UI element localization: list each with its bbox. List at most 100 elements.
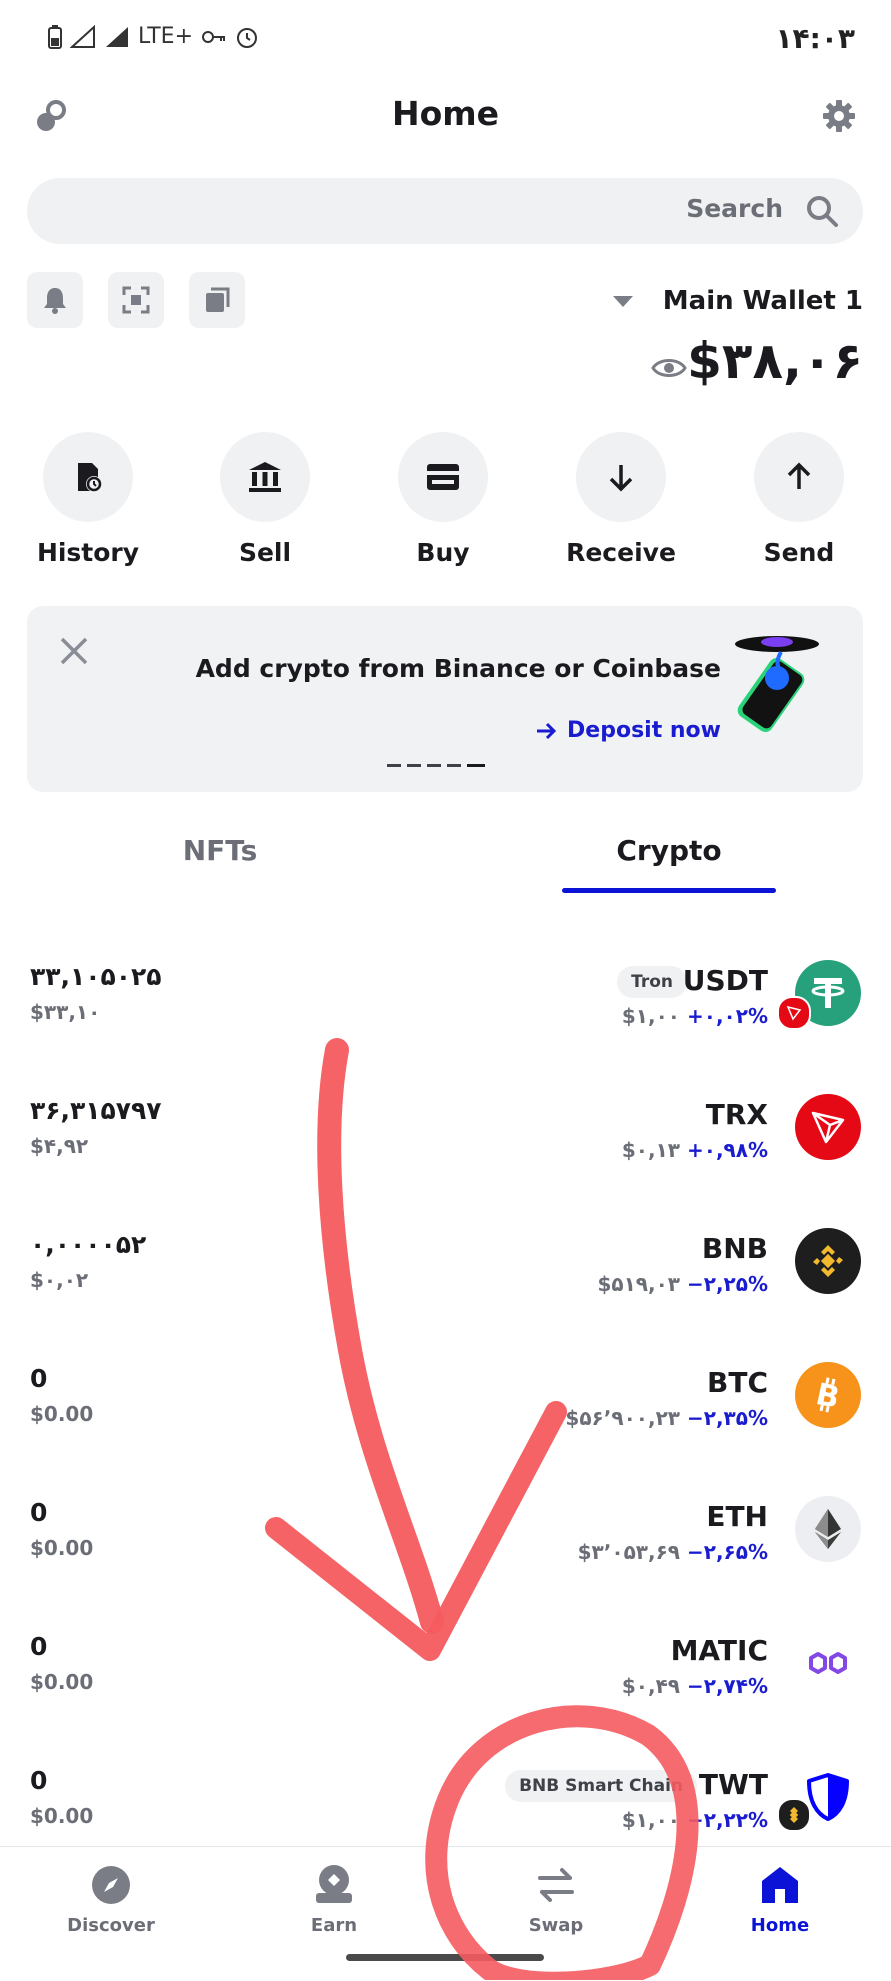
token-price: $۵۱۹,۰۳ −۲,۲۵% — [597, 1272, 768, 1296]
token-row-matic[interactable]: 0 $0.00 MATIC $۰,۴۹ −۲,۷۴% — [0, 1626, 891, 1760]
chain-badge: BNB Smart Chain — [505, 1770, 697, 1802]
banner-title: Add crypto from Binance or Coinbase — [195, 654, 721, 683]
compass-icon — [92, 1866, 130, 1904]
price-change: −۲,۲۵% — [686, 1272, 768, 1296]
notifications-button[interactable] — [27, 272, 83, 328]
nav-discover[interactable]: Discover — [36, 1863, 186, 1936]
token-symbol: BTC — [707, 1366, 768, 1399]
token-row-eth[interactable]: 0 $0.00 ETH $۳٬۰۵۳,۶۹ −۲,۶۵% — [0, 1492, 891, 1626]
history-label: History — [36, 538, 140, 567]
token-fiat-value: $0.00 — [30, 1536, 94, 1560]
carousel-dot — [447, 764, 461, 767]
token-price: $۰,۱۳ +۰,۹۸% — [622, 1138, 768, 1162]
wallet-selector[interactable]: Main Wallet 1 — [663, 286, 863, 316]
arrow-right-icon — [537, 722, 557, 739]
eth-icon — [795, 1496, 861, 1562]
tab-crypto[interactable]: Crypto — [562, 834, 776, 867]
token-fiat-value: $0.00 — [30, 1402, 94, 1426]
signal-icon — [70, 24, 95, 48]
copy-icon — [206, 287, 230, 312]
token-symbol: USDT — [682, 964, 768, 997]
token-row-usdt[interactable]: ۳۳,۱۰۵۰۲۵ $۳۳,۱۰ Tron USDT $۱,۰۰ +۰,۰۲% — [0, 956, 891, 1090]
eye-icon[interactable] — [651, 354, 687, 382]
price-value: $۱,۰۰ — [621, 1808, 681, 1832]
bnb-chain-badge-icon — [777, 1798, 811, 1832]
token-amount: ۳۳,۱۰۵۰۲۵ — [30, 962, 162, 991]
carousel-dot — [407, 764, 421, 767]
nav-home-label: Home — [750, 1915, 810, 1936]
price-change: −۲,۲۲% — [686, 1808, 768, 1832]
swap-icon — [538, 1868, 574, 1902]
price-change: +۰,۹۸% — [686, 1138, 768, 1162]
price-change: −۲,۳۵% — [686, 1406, 768, 1430]
token-price: $۰,۴۹ −۲,۷۴% — [622, 1674, 768, 1698]
deposit-now-link[interactable]: Deposit now — [535, 718, 721, 743]
arrow-up-icon — [754, 432, 844, 522]
signal-icon-2 — [106, 26, 128, 47]
token-row-bnb[interactable]: ۰,۰۰۰۰۵۲ $۰,۰۲ BNB $۵۱۹,۰۳ −۲,۲۵% — [0, 1224, 891, 1358]
token-amount: 0 — [30, 1766, 48, 1795]
buy-action[interactable]: Buy — [373, 432, 513, 567]
buy-label: Buy — [416, 538, 470, 567]
search-bar[interactable]: Search — [27, 178, 863, 244]
sell-action[interactable]: Sell — [195, 432, 335, 567]
deposit-now-label: Deposit now — [567, 718, 721, 743]
token-symbol: MATIC — [670, 1634, 768, 1667]
page-title: Home — [391, 94, 500, 133]
token-fiat-value: $۴,۹۲ — [30, 1134, 89, 1158]
close-icon[interactable] — [57, 634, 91, 668]
token-symbol: ETH — [706, 1500, 768, 1533]
history-action[interactable]: History — [18, 432, 158, 567]
home-icon — [762, 1867, 798, 1903]
battery-icon — [48, 24, 62, 49]
nav-home[interactable]: Home — [705, 1863, 855, 1936]
settings-gear-icon[interactable] — [817, 94, 861, 138]
tab-nfts[interactable]: NFTs — [100, 834, 340, 867]
receive-action[interactable]: Receive — [551, 432, 691, 567]
carousel-dot — [387, 764, 401, 767]
token-fiat-value: $0.00 — [30, 1670, 94, 1694]
receive-label: Receive — [566, 538, 676, 567]
nav-earn[interactable]: Earn — [259, 1863, 409, 1936]
token-fiat-value: $۰,۰۲ — [30, 1268, 89, 1292]
deposit-banner: Add crypto from Binance or Coinbase Depo… — [27, 606, 863, 792]
tab-active-indicator — [562, 888, 776, 893]
token-amount: 0 — [30, 1632, 48, 1661]
bank-icon — [220, 432, 310, 522]
send-action[interactable]: Send — [729, 432, 869, 567]
arrow-down-icon — [576, 432, 666, 522]
scan-button[interactable] — [108, 272, 164, 328]
token-price: $۳٬۰۵۳,۶۹ −۲,۶۵% — [578, 1540, 768, 1564]
copy-address-button[interactable] — [189, 272, 245, 328]
token-row-btc[interactable]: 0 $0.00 BTC $۵۶٬۹۰۰,۲۳ −۲,۳۵% B — [0, 1358, 891, 1492]
token-price: $۱,۰۰ +۰,۰۲% — [622, 1004, 768, 1028]
token-symbol: TWT — [698, 1768, 768, 1801]
token-symbol: BNB — [701, 1232, 768, 1265]
scan-icon — [122, 286, 150, 314]
send-label: Send — [763, 538, 835, 567]
token-fiat-value: $0.00 — [30, 1804, 94, 1828]
status-bar: LTE+ ۱۴:۰۳ — [0, 18, 891, 58]
token-row-trx[interactable]: ۳۶,۳۱۵۷۹۷ $۴,۹۲ TRX $۰,۱۳ +۰,۹۸% — [0, 1090, 891, 1224]
price-value: $۵۱۹,۰۳ — [597, 1272, 681, 1296]
carousel-dot — [427, 764, 441, 767]
btc-icon: B — [795, 1362, 861, 1428]
nav-earn-label: Earn — [310, 1915, 358, 1936]
nav-swap-label: Swap — [528, 1915, 584, 1936]
nav-swap[interactable]: Swap — [481, 1863, 631, 1936]
search-placeholder: Search — [686, 194, 783, 223]
bell-icon — [44, 288, 66, 314]
wallet-dropdown-caret-icon[interactable] — [613, 296, 633, 307]
gesture-home-bar — [346, 1954, 544, 1961]
token-symbol: TRX — [705, 1098, 768, 1131]
status-icons: LTE+ — [48, 24, 259, 49]
phone-illustration-icon — [735, 636, 819, 733]
sell-label: Sell — [238, 538, 292, 567]
token-amount: 0 — [30, 1364, 48, 1393]
carousel-dot-active — [467, 764, 485, 767]
trx-icon — [795, 1094, 861, 1160]
price-value: $۳٬۰۵۳,۶۹ — [577, 1540, 681, 1564]
wallet-balance: $۳۸,۰۶ — [687, 332, 863, 390]
tron-badge-icon — [777, 996, 811, 1030]
price-change: −۲,۶۵% — [686, 1540, 768, 1564]
